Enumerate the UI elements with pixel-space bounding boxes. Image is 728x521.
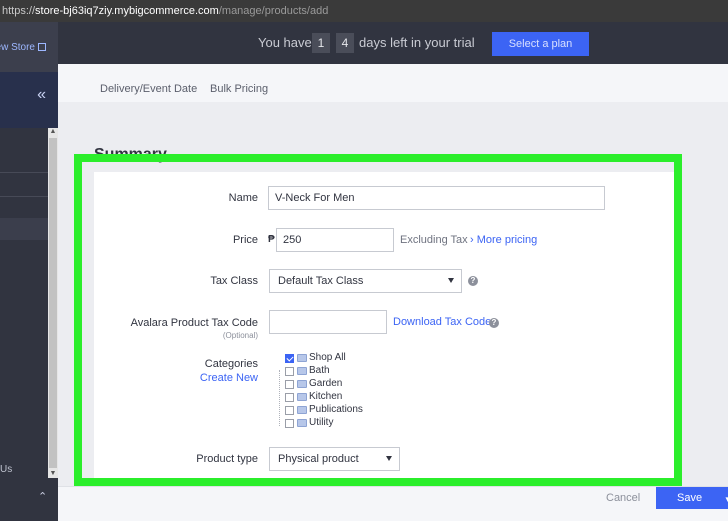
checkbox[interactable]: [285, 380, 294, 389]
external-link-icon: [38, 43, 46, 51]
price-input[interactable]: [276, 228, 394, 252]
sidebar-active-item[interactable]: [0, 218, 48, 240]
tab-delivery-event-date[interactable]: Delivery/Event Date: [100, 83, 197, 95]
trial-text-after: days left in your trial: [359, 35, 475, 50]
tabs-row-cut-off: [94, 56, 694, 68]
more-pricing-link[interactable]: › More pricing: [470, 234, 537, 246]
scroll-up-icon[interactable]: ▲: [48, 128, 58, 136]
product-type-select[interactable]: Physical product: [269, 447, 400, 471]
help-icon[interactable]: ?: [489, 318, 499, 328]
folder-icon: [297, 380, 307, 388]
sidebar-bottom-text: Us: [0, 464, 13, 475]
avalara-tax-code-label: Avalara Product Tax Code: [130, 317, 258, 329]
category-name: Utility: [309, 417, 334, 428]
product-tabs: Delivery/Event Date Bulk Pricing: [58, 64, 728, 102]
category-tree-line: [279, 370, 280, 426]
create-new-category-link[interactable]: Create New: [180, 372, 258, 384]
chevron-up-icon[interactable]: ⌃: [38, 490, 47, 503]
avalara-tax-code-input[interactable]: [269, 310, 387, 334]
sidebar-divider: [0, 172, 48, 173]
sidebar-collapse-area: «: [0, 72, 58, 128]
price-label: Price: [232, 234, 258, 246]
currency-symbol: ₱: [268, 234, 275, 245]
checkbox-checked[interactable]: [285, 354, 294, 363]
save-label: Save: [677, 492, 703, 504]
download-tax-codes-link[interactable]: Download Tax Codes: [393, 316, 497, 328]
sidebar-scrollbar[interactable]: ▲ ▼: [48, 128, 58, 478]
url-host: store-bj63iq7ziy.mybigcommerce.com: [35, 5, 219, 17]
excluding-tax-text: Excluding Tax: [400, 234, 468, 246]
product-type-value: Physical product: [278, 453, 359, 465]
sidebar-store-header: ew Store: [0, 22, 58, 72]
category-name: Kitchen: [309, 391, 343, 402]
tax-class-select[interactable]: Default Tax Class: [269, 269, 462, 293]
url-path: /manage/products/add: [218, 5, 329, 17]
checkbox[interactable]: [285, 393, 294, 402]
caret-down-icon: [448, 278, 454, 283]
avalara-optional-hint: (Optional): [222, 331, 258, 340]
checkbox[interactable]: [285, 367, 294, 376]
tax-class-label: Tax Class: [210, 275, 258, 287]
select-plan-button[interactable]: Select a plan: [492, 32, 589, 56]
name-input[interactable]: [268, 186, 605, 210]
trial-days-digit-2: 4: [336, 33, 354, 53]
folder-icon: [297, 367, 307, 375]
folder-icon: [297, 419, 307, 427]
categories-label: Categories: [204, 358, 258, 370]
view-store-link[interactable]: ew Store: [0, 42, 46, 53]
category-name: Garden: [309, 378, 343, 389]
double-chevron-left-icon[interactable]: «: [37, 86, 46, 104]
sidebar-divider: [0, 196, 48, 197]
url-prefix: https://: [2, 5, 36, 17]
name-label: Name: [228, 192, 258, 204]
tax-class-value: Default Tax Class: [278, 275, 364, 287]
sidebar: ew Store « ▲ ▼ Us ⌃: [0, 22, 58, 521]
scroll-down-icon[interactable]: ▼: [48, 470, 58, 478]
folder-icon: [297, 354, 307, 362]
address-bar[interactable]: https://store-bj63iq7ziy.mybigcommerce.c…: [0, 0, 728, 22]
help-icon[interactable]: ?: [468, 276, 478, 286]
product-type-label: Product type: [196, 453, 258, 465]
category-name: Bath: [309, 365, 330, 376]
cancel-button[interactable]: Cancel: [606, 492, 640, 504]
checkbox[interactable]: [285, 406, 294, 415]
category-name: Publications: [309, 404, 363, 415]
trial-days-digit-1: 1: [312, 33, 330, 53]
caret-down-icon: [386, 456, 392, 461]
folder-icon: [297, 406, 307, 414]
tab-bulk-pricing[interactable]: Bulk Pricing: [210, 83, 268, 95]
category-name: Shop All: [309, 352, 346, 363]
folder-icon: [297, 393, 307, 401]
checkbox[interactable]: [285, 419, 294, 428]
save-button[interactable]: Save ▾: [656, 487, 728, 509]
scrollbar-thumb[interactable]: [49, 138, 57, 468]
trial-text-before: You have: [258, 35, 312, 50]
